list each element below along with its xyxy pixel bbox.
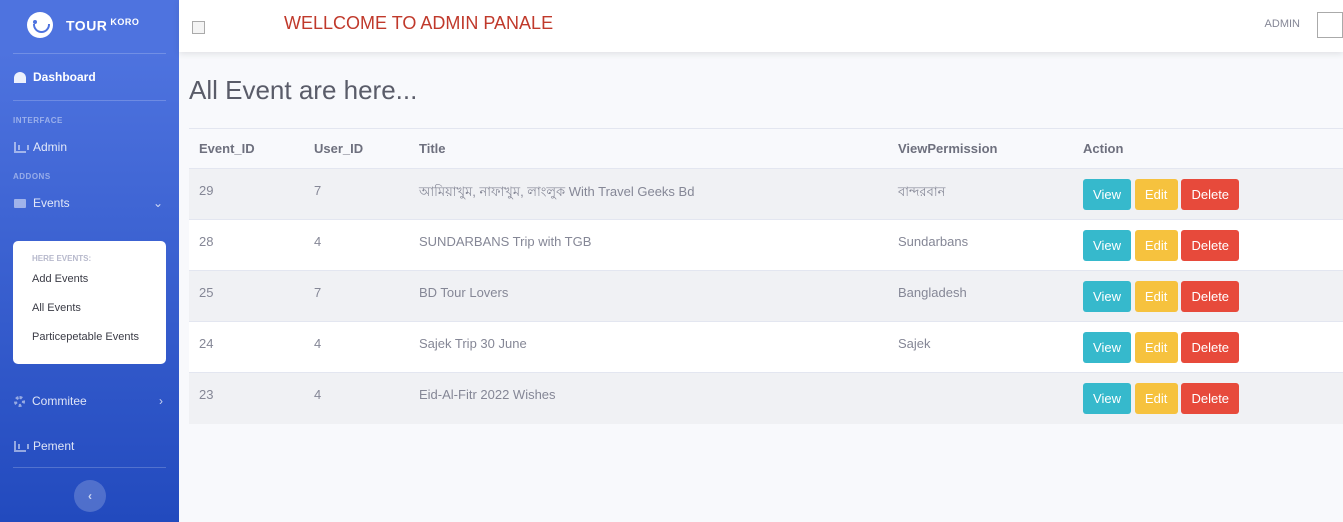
view-button[interactable]: View xyxy=(1083,332,1131,363)
cell-event-id: 25 xyxy=(189,270,304,322)
cell-user-id: 4 xyxy=(304,321,409,373)
sidebar-item-dashboard[interactable]: Dashboard xyxy=(0,54,179,100)
cell-title: Sajek Trip 30 June xyxy=(409,321,888,373)
table-row: 29 7 আমিয়াখুম, নাফাখুম, লাংলুক With Tra… xyxy=(189,168,1343,220)
folder-icon xyxy=(14,198,26,208)
submenu-item-particepetable-events[interactable]: Particepetable Events xyxy=(13,331,166,360)
cell-user-id: 4 xyxy=(304,219,409,271)
cell-event-id: 28 xyxy=(189,219,304,271)
sidebar-toggle-button[interactable]: ‹ xyxy=(74,480,106,512)
edit-button[interactable]: Edit xyxy=(1134,230,1178,261)
view-button[interactable]: View xyxy=(1083,383,1131,414)
edit-button[interactable]: Edit xyxy=(1134,179,1178,210)
chart-area-icon xyxy=(14,440,29,452)
cell-event-id: 24 xyxy=(189,321,304,373)
cell-user-id: 7 xyxy=(304,270,409,322)
cell-view-permission xyxy=(888,373,1073,424)
cell-actions: View Edit Delete xyxy=(1073,373,1343,424)
edit-button[interactable]: Edit xyxy=(1134,383,1178,414)
gear-icon xyxy=(14,395,25,407)
submenu-item-add-events[interactable]: Add Events xyxy=(13,273,166,302)
column-header-action: Action xyxy=(1073,128,1343,169)
table-row: 23 4 Eid-Al-Fitr 2022 Wishes View Edit D… xyxy=(189,373,1343,424)
sidebar: TOUR KORO Dashboard INTERFACE Admin ADDON… xyxy=(0,0,179,522)
view-button[interactable]: View xyxy=(1083,281,1131,312)
sidebar-item-label: Admin xyxy=(33,140,68,154)
chevron-right-icon: › xyxy=(159,394,163,408)
cell-actions: View Edit Delete xyxy=(1073,321,1343,373)
delete-button[interactable]: Delete xyxy=(1181,383,1240,414)
brand-name: TOUR KORO xyxy=(66,16,140,34)
cell-user-id: 7 xyxy=(304,168,409,220)
sidebar-item-pement[interactable]: Pement xyxy=(0,424,179,468)
topbar: WELLCOME TO ADMIN PANALE ADMIN xyxy=(179,0,1343,52)
submenu-heading: HERE EVENTS: xyxy=(32,254,92,263)
sidebar-divider xyxy=(13,467,166,468)
delete-button[interactable]: Delete xyxy=(1181,281,1240,312)
sidebar-item-label: Commitee xyxy=(32,394,87,408)
sidebar-item-label: Pement xyxy=(33,439,75,453)
cell-title: আমিয়াখুম, নাফাখুম, লাংলুক With Travel G… xyxy=(409,168,888,220)
brand[interactable]: TOUR KORO xyxy=(0,0,179,50)
cell-event-id: 23 xyxy=(199,387,214,402)
view-button[interactable]: View xyxy=(1083,179,1131,210)
tachometer-icon xyxy=(14,71,26,83)
events-submenu: HERE EVENTS: Add Events All Events Parti… xyxy=(13,241,166,364)
section-heading-interface: INTERFACE xyxy=(13,116,63,125)
edit-button[interactable]: Edit xyxy=(1134,332,1178,363)
cell-actions: View Edit Delete xyxy=(1073,270,1343,322)
column-header-view-permission: ViewPermission xyxy=(888,128,1073,169)
submenu-item-all-events[interactable]: All Events xyxy=(13,302,166,331)
cell-view-permission: Sajek xyxy=(888,321,1073,373)
view-button[interactable]: View xyxy=(1083,230,1131,261)
sidebar-item-admin[interactable]: Admin xyxy=(0,125,179,169)
section-heading-addons: ADDONS xyxy=(13,172,51,181)
column-header-event-id: Event_ID xyxy=(189,128,304,169)
cell-view-permission: Sundarbans xyxy=(888,219,1073,271)
table-row: 25 7 BD Tour Lovers Bangladesh View Edit… xyxy=(189,270,1343,322)
page-title: All Event are here... xyxy=(189,75,418,105)
table-row: 28 4 SUNDARBANS Trip with TGB Sundarbans… xyxy=(189,219,1343,271)
table-header-row: Event_ID User_ID Title ViewPermission Ac… xyxy=(189,128,1343,169)
cell-actions: View Edit Delete xyxy=(1073,168,1343,220)
welcome-title: WELLCOME TO ADMIN PANALE xyxy=(284,13,554,33)
cell-user-id: 4 xyxy=(314,387,322,402)
delete-button[interactable]: Delete xyxy=(1181,230,1240,261)
cell-title: Eid-Al-Fitr 2022 Wishes xyxy=(419,387,556,402)
column-header-user-id: User_ID xyxy=(304,128,409,169)
sidebar-item-commitee[interactable]: Commitee › xyxy=(0,379,179,423)
cell-title: SUNDARBANS Trip with TGB xyxy=(409,219,888,271)
cell-title: BD Tour Lovers xyxy=(409,270,888,322)
table-row: 24 4 Sajek Trip 30 June Sajek View Edit … xyxy=(189,321,1343,373)
smiley-logo-icon xyxy=(27,12,53,38)
sidebar-item-label: Dashboard xyxy=(33,70,96,84)
cell-view-permission: Bangladesh xyxy=(888,270,1073,322)
chevron-down-icon: ⌄ xyxy=(152,196,163,210)
cell-view-permission: বান্দরবান xyxy=(888,168,1073,220)
events-table: Event_ID User_ID Title ViewPermission Ac… xyxy=(189,128,1343,424)
cell-actions: View Edit Delete xyxy=(1073,219,1343,271)
sidebar-item-events[interactable]: Events ⌄ xyxy=(0,181,179,225)
cell-event-id: 29 xyxy=(189,168,304,220)
brand-sup: KORO xyxy=(110,16,140,27)
chart-area-icon xyxy=(14,141,29,153)
edit-button[interactable]: Edit xyxy=(1134,281,1178,312)
column-header-title: Title xyxy=(409,128,888,169)
sidebar-divider xyxy=(13,100,166,101)
logo-image-icon xyxy=(192,21,205,34)
delete-button[interactable]: Delete xyxy=(1181,179,1240,210)
sidebar-item-label: Events xyxy=(33,196,70,210)
avatar[interactable] xyxy=(1317,12,1343,38)
delete-button[interactable]: Delete xyxy=(1181,332,1240,363)
user-name[interactable]: ADMIN xyxy=(1265,18,1300,30)
